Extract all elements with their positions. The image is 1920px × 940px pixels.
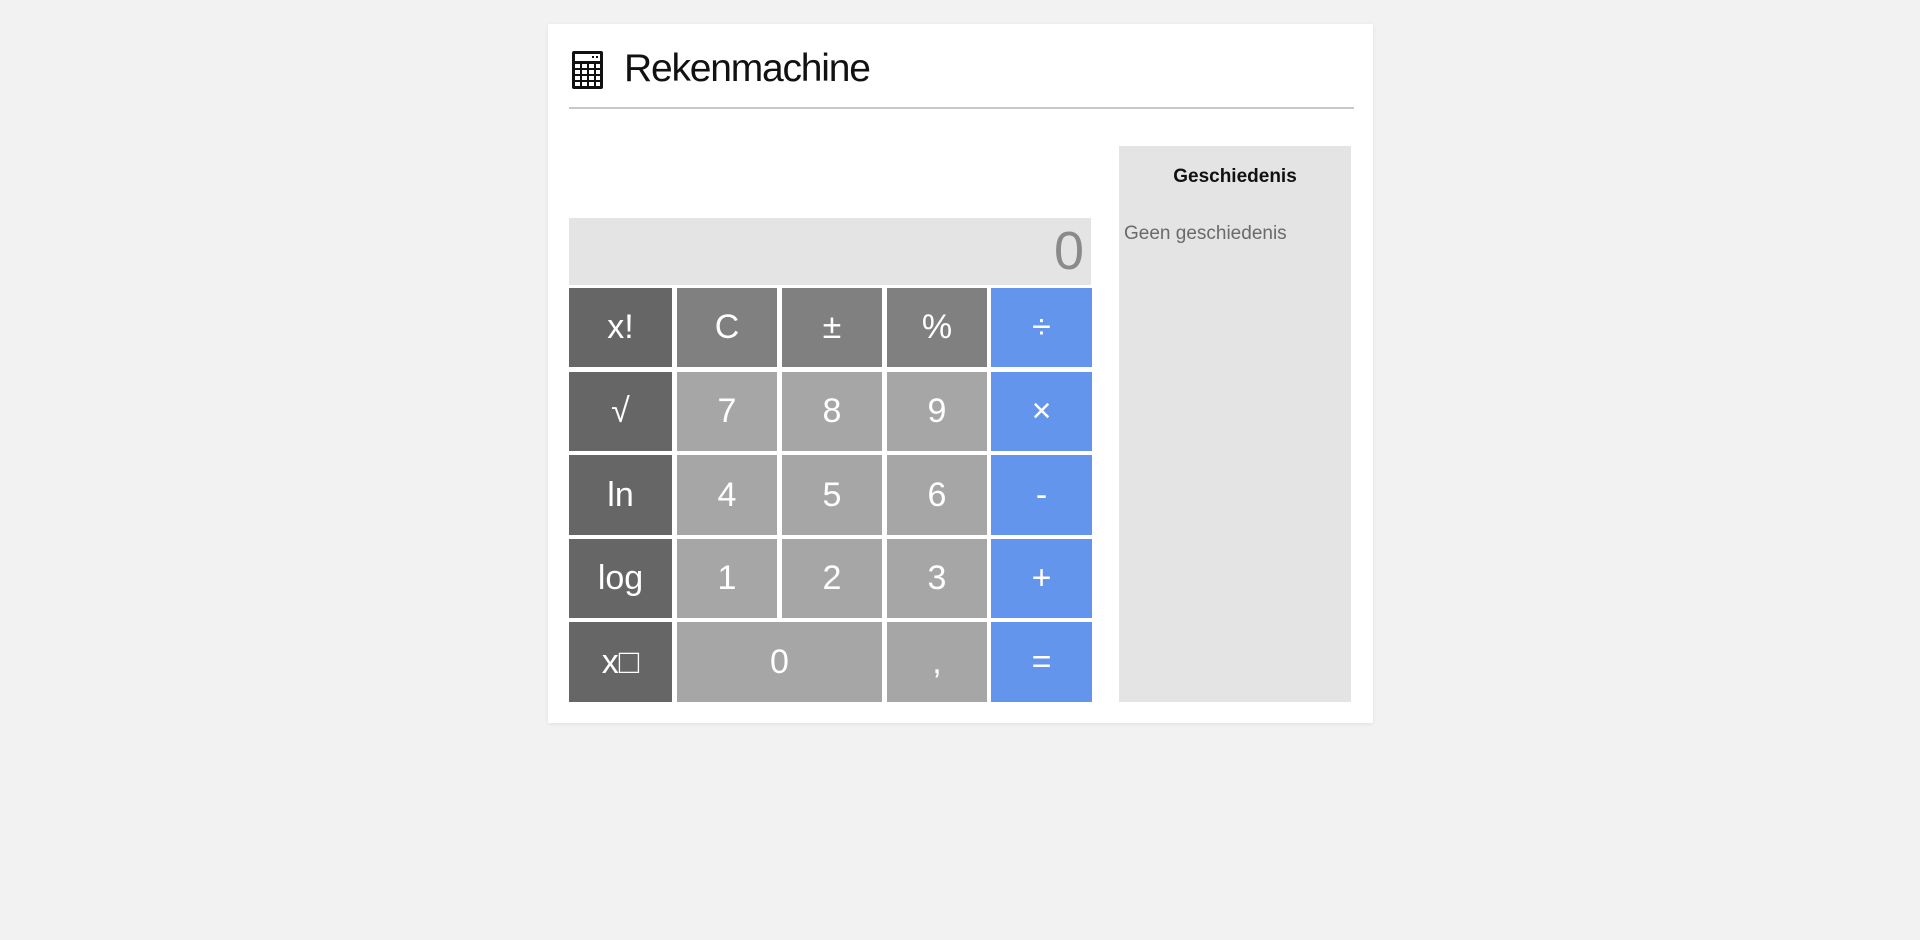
digit-7-button[interactable]: 7 (677, 372, 777, 451)
clear-button[interactable]: C (677, 288, 777, 367)
log-button[interactable]: log (569, 539, 672, 618)
history-empty-text: Geen geschiedenis (1124, 223, 1287, 244)
plus-button[interactable]: + (991, 539, 1092, 618)
minus-button[interactable]: - (991, 455, 1092, 535)
power-button[interactable]: x□ (569, 622, 672, 702)
sqrt-button[interactable]: √ (569, 372, 672, 451)
calculator-icon (572, 51, 603, 89)
digit-1-button[interactable]: 1 (677, 539, 777, 618)
history-title: Geschiedenis (1173, 166, 1297, 187)
divide-button[interactable]: ÷ (991, 288, 1092, 367)
digit-4-button[interactable]: 4 (677, 455, 777, 535)
equals-button[interactable]: = (991, 622, 1092, 702)
digit-8-button[interactable]: 8 (782, 372, 882, 451)
percent-button[interactable]: % (887, 288, 987, 367)
decimal-button[interactable]: , (887, 622, 987, 702)
page-title: Rekenmachine (624, 47, 871, 90)
factorial-button[interactable]: x! (569, 288, 672, 367)
digit-6-button[interactable]: 6 (887, 455, 987, 535)
history-panel: Geschiedenis Geen geschiedenis (1119, 146, 1351, 702)
header: Rekenmachine (569, 24, 1354, 109)
digit-3-button[interactable]: 3 (887, 539, 987, 618)
multiply-button[interactable]: × (991, 372, 1092, 451)
plus-minus-button[interactable]: ± (782, 288, 882, 367)
ln-button[interactable]: ln (569, 455, 672, 535)
digit-0-button[interactable]: 0 (677, 622, 882, 702)
digit-5-button[interactable]: 5 (782, 455, 882, 535)
digit-9-button[interactable]: 9 (887, 372, 987, 451)
calculator-card: Rekenmachine 0 x! C ± % ÷ √ 7 8 9 × ln 4… (548, 24, 1373, 723)
calculator-display: 0 (569, 218, 1091, 285)
digit-2-button[interactable]: 2 (782, 539, 882, 618)
